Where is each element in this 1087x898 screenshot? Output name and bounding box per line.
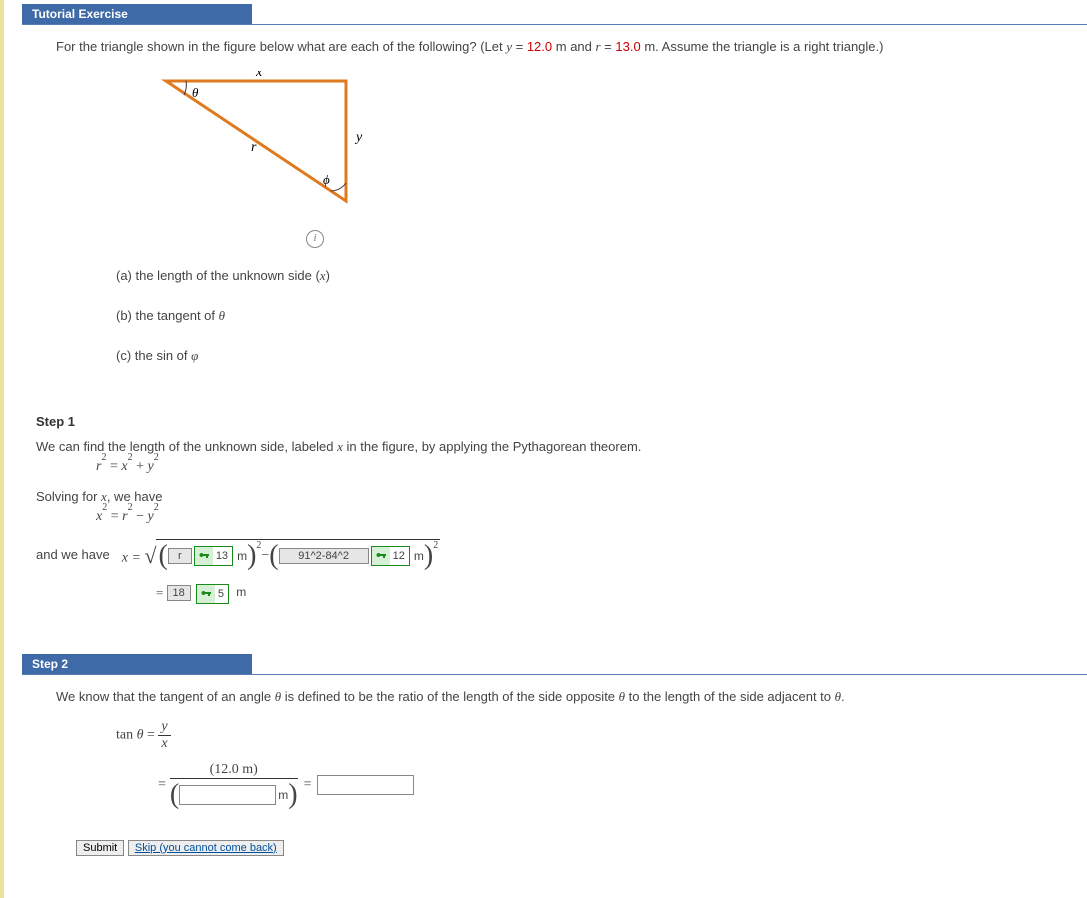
prompt-text: For the triangle shown in the figure bel… <box>56 39 506 54</box>
skip-link[interactable]: Skip (you cannot come back) <box>128 840 284 856</box>
step2-header-tab: Step 2 <box>22 654 252 674</box>
svg-text:y: y <box>354 130 363 145</box>
step1-line2: Solving for x, we have <box>36 489 1073 505</box>
val-y: 12.0 <box>527 39 552 54</box>
part-b: (b) the tangent of θ <box>116 308 1073 324</box>
correct-x: 5 <box>196 584 229 604</box>
step1-title: Step 1 <box>36 414 1073 429</box>
input-y[interactable]: 91^2-84^2 <box>279 548 369 564</box>
step2-header: Step 2 <box>22 654 1087 675</box>
tutorial-header-tab: Tutorial Exercise <box>22 4 252 24</box>
eq2: x2 = r2 − y2 <box>96 509 1073 525</box>
input-r[interactable]: r <box>168 548 192 564</box>
tutorial-header: Tutorial Exercise <box>22 4 1087 25</box>
step1: Step 1 We can find the length of the unk… <box>22 414 1087 624</box>
eq1: r2 = x2 + y2 <box>96 459 1073 475</box>
submit-button[interactable]: Submit <box>76 840 124 856</box>
input-result[interactable] <box>317 775 414 795</box>
part-c: (c) the sin of φ <box>116 348 1073 364</box>
eq-tan: tan θ = y x <box>116 719 1073 752</box>
info-icon[interactable]: i <box>306 230 324 248</box>
eq-tan-val: = (12.0 m) ( m ) = <box>158 762 1073 809</box>
step2-line1: We know that the tangent of an angle θ i… <box>56 689 1073 705</box>
correct-y: 12 <box>371 546 410 566</box>
subparts: (a) the length of the unknown side (x) (… <box>116 268 1073 364</box>
input-x[interactable]: 18 <box>167 585 191 601</box>
val-r: 13.0 <box>615 39 640 54</box>
key-icon <box>197 585 215 603</box>
triangle-figure: x y r θ ϕ <box>146 71 446 221</box>
prompt: For the triangle shown in the figure bel… <box>56 39 1073 55</box>
svg-text:θ: θ <box>192 85 199 100</box>
svg-text:ϕ: ϕ <box>323 172 330 187</box>
correct-r: 13 <box>194 546 233 566</box>
actions: Submit Skip (you cannot come back) <box>76 839 1073 856</box>
step1-andwehave: and we have <box>36 547 110 562</box>
part-a: (a) the length of the unknown side (x) <box>116 268 1073 284</box>
tutorial-content: For the triangle shown in the figure bel… <box>22 39 1087 414</box>
svg-text:x: x <box>255 71 263 80</box>
svg-text:r: r <box>251 140 257 155</box>
input-den[interactable] <box>179 785 276 805</box>
step1-line1: We can find the length of the unknown si… <box>36 439 1073 455</box>
key-icon <box>195 547 213 565</box>
eq3: x = √ ( r 13 m <box>122 539 440 570</box>
eq4: = 18 5 m <box>156 584 1073 604</box>
step2-content: We know that the tangent of an angle θ i… <box>22 689 1087 876</box>
key-icon <box>372 547 390 565</box>
